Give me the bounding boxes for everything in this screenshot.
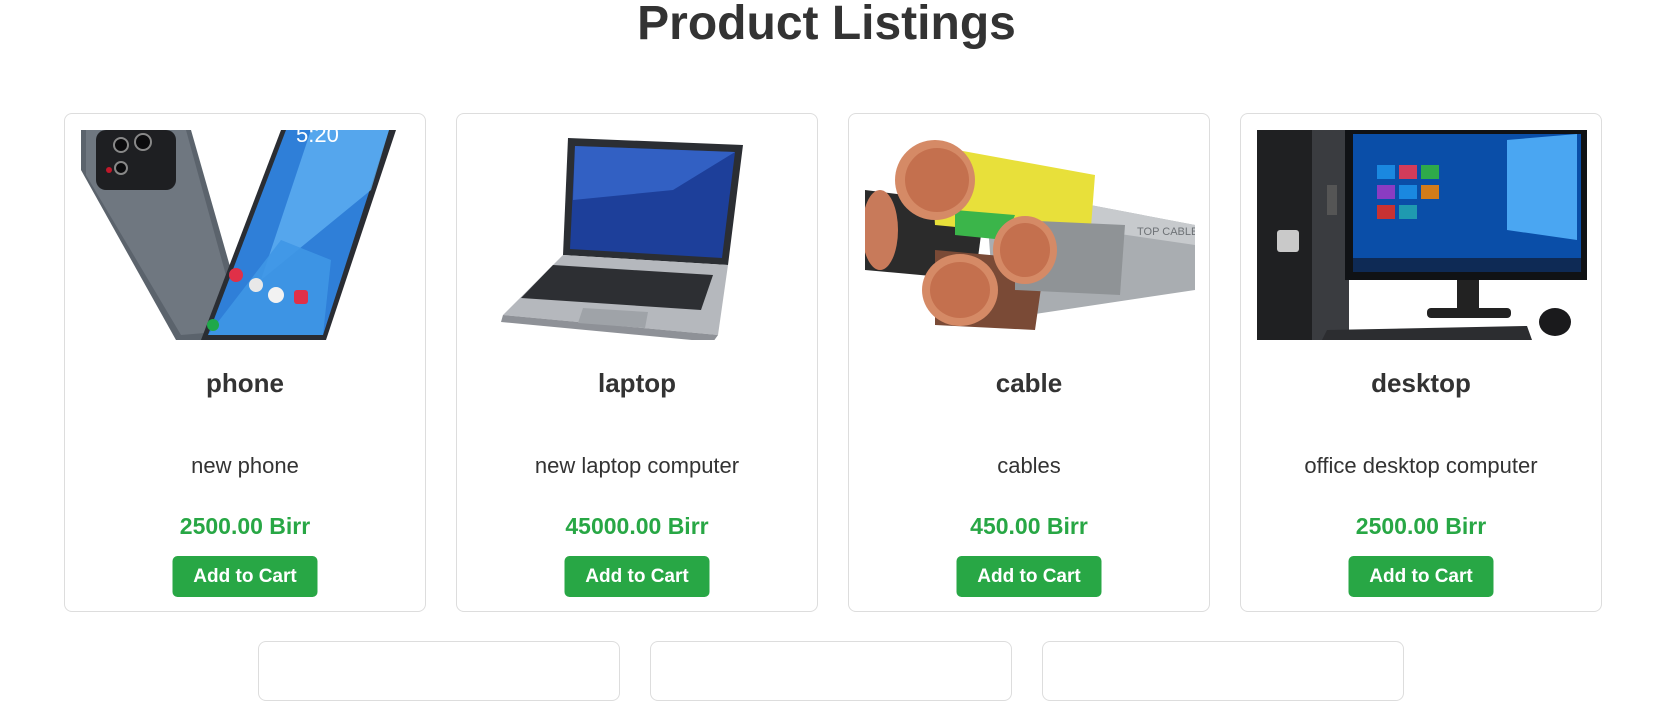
product-price: 2500.00 Birr xyxy=(179,513,311,539)
svg-text:5:20: 5:20 xyxy=(296,130,339,147)
product-card xyxy=(1042,641,1404,701)
desktop-image-icon xyxy=(1257,130,1587,340)
product-name: laptop xyxy=(598,368,676,398)
product-image-desktop xyxy=(1257,130,1587,340)
add-to-cart-button[interactable]: Add to Cart xyxy=(1348,556,1494,597)
svg-text:TOP CABLE: TOP CABLE xyxy=(1137,226,1195,238)
add-to-cart-button[interactable]: Add to Cart xyxy=(956,556,1102,597)
product-price: 2500.00 Birr xyxy=(1355,513,1487,539)
product-card-desktop: desktop office desktop computer 2500.00 … xyxy=(1240,113,1602,612)
page-title: Product Listings xyxy=(637,0,1016,50)
product-grid-row-2 xyxy=(258,641,1404,701)
product-name: phone xyxy=(206,368,284,398)
add-to-cart-button[interactable]: Add to Cart xyxy=(172,556,318,597)
product-card-cable: TOP CABLE cable cables 450.00 Birr Add t… xyxy=(848,113,1210,612)
product-description: cables xyxy=(997,453,1061,478)
product-card-phone: 5:20 phone new phone 2500.00 Birr Add to… xyxy=(64,113,426,612)
product-image-laptop xyxy=(473,130,803,340)
product-price: 450.00 Birr xyxy=(970,513,1088,539)
product-description: office desktop computer xyxy=(1304,453,1538,478)
product-card xyxy=(650,641,1012,701)
product-card xyxy=(258,641,620,701)
laptop-image-icon xyxy=(473,130,803,340)
product-name: cable xyxy=(995,368,1063,398)
phone-image-icon: 5:20 xyxy=(81,130,411,340)
product-image-cable: TOP CABLE xyxy=(865,130,1195,340)
product-description: new phone xyxy=(191,453,299,478)
cable-image-icon: TOP CABLE xyxy=(865,130,1195,340)
product-grid: 5:20 phone new phone 2500.00 Birr Add to… xyxy=(64,113,1602,612)
product-card-laptop: laptop new laptop computer 45000.00 Birr… xyxy=(456,113,818,612)
product-image-phone: 5:20 xyxy=(81,130,411,340)
product-description: new laptop computer xyxy=(534,453,740,478)
product-name: desktop xyxy=(1371,368,1471,398)
product-price: 45000.00 Birr xyxy=(565,513,709,539)
add-to-cart-button[interactable]: Add to Cart xyxy=(564,556,710,597)
